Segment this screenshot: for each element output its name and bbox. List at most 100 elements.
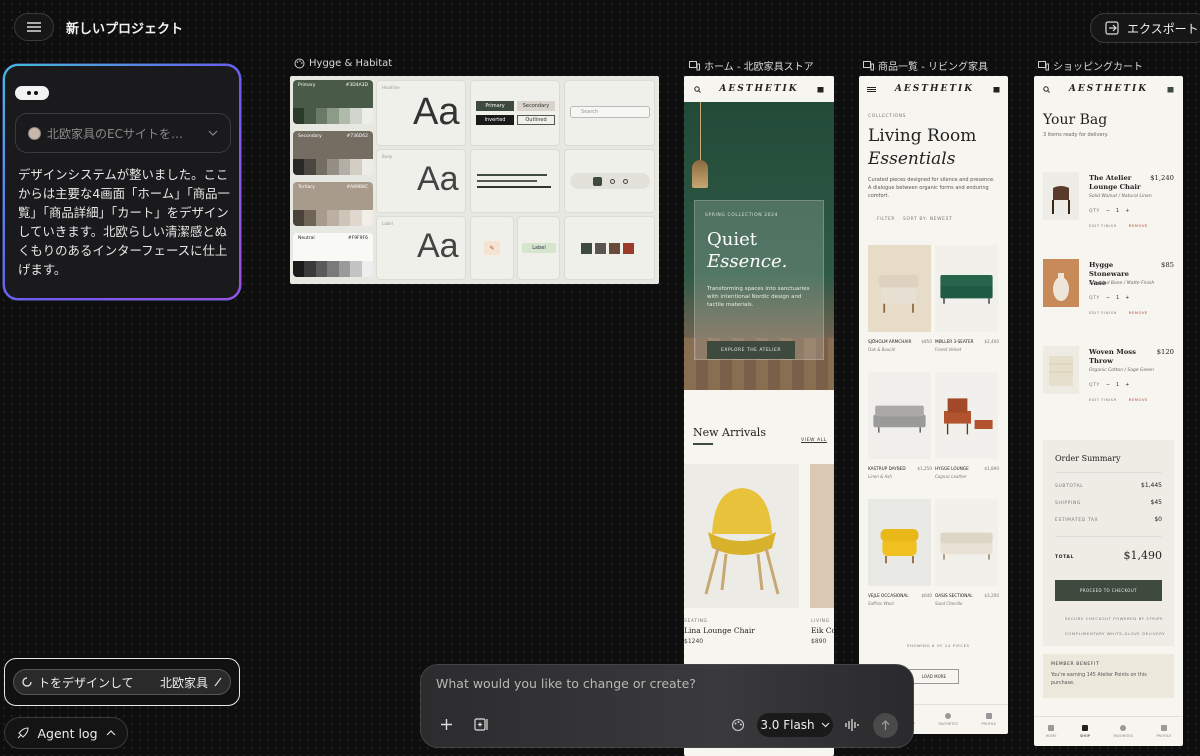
product-card[interactable]: MØLLER 3-SEATER $2,400 Forest Velvet: [935, 245, 999, 365]
search-icon[interactable]: [694, 85, 701, 93]
icon-buttons-tile: [564, 216, 655, 280]
search-tile: Search: [564, 80, 655, 146]
edit-finish-link[interactable]: EDIT FINISH: [1089, 311, 1117, 315]
qty-increment[interactable]: +: [1125, 208, 1129, 214]
cart-frame[interactable]: AESTHETIK Your Bag 3 items ready for del…: [1034, 76, 1183, 746]
bag-icon[interactable]: [817, 85, 824, 93]
export-icon: [1105, 21, 1119, 35]
rocket-icon: [18, 726, 30, 738]
section-title: New Arrivals: [693, 426, 766, 439]
cart-item[interactable]: Hygge Stoneware Vase $85 Speckled Bone /…: [1043, 259, 1174, 339]
frame-label-text: Hygge & Habitat: [309, 58, 393, 69]
checkout-button[interactable]: PROCEED TO CHECKOUT: [1055, 580, 1162, 601]
product-card[interactable]: OASIS SECTIONAL $3,200 Sand Chenille: [935, 499, 999, 619]
product-material: Sand Chenille: [935, 601, 963, 606]
product-price: $1,240: [1150, 174, 1174, 182]
design-system-frame[interactable]: Primary #3D4A3D Secondary #736D62 Tertiary #A…: [290, 76, 659, 284]
qty-decrement[interactable]: −: [1106, 382, 1110, 388]
filter-button[interactable]: FILTER: [877, 217, 895, 222]
view-all-link[interactable]: VIEW ALL: [801, 438, 827, 443]
lines-tile: [470, 149, 560, 213]
frame-label-listing[interactable]: 商品一覧 - リビング家具: [863, 58, 988, 73]
qty-increment[interactable]: +: [1125, 295, 1129, 301]
load-more-button[interactable]: LOAD MORE: [909, 669, 959, 684]
send-button[interactable]: [873, 713, 898, 738]
share-icon: [595, 243, 606, 254]
search-icon[interactable]: [1043, 85, 1050, 93]
qty-decrement[interactable]: −: [1106, 208, 1110, 214]
edit-finish-link[interactable]: EDIT FINISH: [1089, 398, 1117, 402]
explore-button[interactable]: EXPLORE THE ATELIER: [707, 341, 795, 359]
product-variant: Solid Walnut / Natural Linen: [1089, 194, 1152, 199]
nav-icon: [945, 713, 952, 719]
plus-icon[interactable]: [440, 718, 453, 731]
home-frame[interactable]: AESTHETIK SPRING COLLECTION 2024 Quiet E…: [684, 76, 834, 756]
qty-decrement[interactable]: −: [1106, 295, 1110, 301]
hero-image: SPRING COLLECTION 2024 Quiet Essence. Tr…: [684, 102, 834, 390]
frame-label-design-system[interactable]: Hygge & Habitat: [294, 58, 392, 69]
product-price: $3,200: [984, 593, 999, 598]
prompt-preview[interactable]: トをデザインして 北欧家具: [4, 658, 240, 706]
model-selector[interactable]: 3.0 Flash: [757, 713, 833, 737]
nav-item-favorites[interactable]: FAVORITES: [938, 713, 958, 726]
nav-item-shop[interactable]: SHOP: [1080, 725, 1090, 738]
bag-icon[interactable]: [993, 85, 1000, 93]
profile-icon: [622, 178, 628, 184]
nav-sample-tile: [564, 149, 655, 213]
qty-value: 1: [1116, 382, 1120, 388]
product-card[interactable]: KASTRUP DAYBED $1,250 Linen & Ash: [868, 372, 932, 492]
menu-icon[interactable]: [867, 88, 876, 90]
prompt-input[interactable]: What would you like to change or create?: [436, 676, 696, 691]
device-icon: [689, 60, 700, 70]
outlined-button-sample: Outlined: [517, 115, 555, 125]
cart-item[interactable]: Woven Moss Throw $120 Organic Cotton / S…: [1043, 346, 1174, 426]
product-card[interactable]: VEJLE OCCASIONAL $640 Saffron Wool: [868, 499, 932, 619]
edit-icon: [581, 243, 592, 254]
product-image: [935, 372, 998, 459]
type-headline: Headline Aa: [376, 80, 466, 146]
more-icon[interactable]: [15, 86, 49, 100]
product-card[interactable]: SJÖHOLM ARMCHAIR $850 Oak & Bouclé: [868, 245, 932, 365]
remove-link[interactable]: REMOVE: [1129, 398, 1148, 402]
bag-icon[interactable]: [1167, 85, 1174, 93]
assistant-message: デザインシステムが整いました。ここからは主要な4画面「ホーム」「商品一覧」「商品…: [18, 167, 230, 277]
nav-item-profile[interactable]: PROFILE: [981, 713, 996, 726]
remove-link[interactable]: REMOVE: [1129, 224, 1148, 228]
sort-dropdown[interactable]: SORT BY: NEWEST: [903, 217, 952, 222]
edit-finish-link[interactable]: EDIT FINISH: [1089, 224, 1117, 228]
qty-increment[interactable]: +: [1125, 382, 1129, 388]
order-total: $1,490: [1123, 549, 1163, 562]
product-name: The Atelier Lounge Chair: [1089, 174, 1141, 191]
export-button[interactable]: エクスポート: [1090, 13, 1200, 43]
product-image: [684, 464, 799, 608]
product-image: [1043, 259, 1079, 307]
agent-log-label: Agent log: [37, 725, 98, 741]
nav-item-favorites[interactable]: FAVORITES: [1113, 725, 1133, 738]
product-price: $850: [921, 339, 932, 344]
page-title: Your Bag: [1043, 112, 1108, 128]
voice-icon[interactable]: [844, 718, 860, 732]
product-card[interactable]: HYGGE LOUNGE $1,890 Cognac Leather: [935, 372, 999, 492]
nav-item-profile[interactable]: PROFILE: [1156, 725, 1171, 738]
prompt-dropdown[interactable]: 北欧家具のECサイトを…: [15, 113, 231, 153]
search-icon: [609, 178, 615, 184]
prompt-composer[interactable]: What would you like to change or create?…: [420, 664, 914, 748]
secondary-button-sample: Secondary: [517, 101, 555, 111]
palette-icon[interactable]: [731, 718, 745, 732]
product-price: $85: [1161, 261, 1174, 269]
nav-item-home[interactable]: HOME: [1046, 725, 1057, 738]
add-frame-icon[interactable]: [474, 717, 489, 732]
cart-item[interactable]: The Atelier Lounge Chair $1,240 Solid Wa…: [1043, 172, 1174, 252]
listing-frame[interactable]: AESTHETIK COLLECTIONS Living Room Essent…: [859, 76, 1008, 734]
order-summary: Order Summary SUBTOTAL $1,445 SHIPPING $…: [1043, 440, 1174, 646]
menu-button[interactable]: [14, 13, 54, 41]
frame-label-text: 商品一覧 - リビング家具: [878, 62, 988, 73]
product-price: $120: [1156, 348, 1174, 356]
agent-log-button[interactable]: Agent log: [4, 717, 128, 749]
device-icon: [863, 60, 874, 70]
frame-label-home[interactable]: ホーム - 北欧家具ストア: [689, 58, 814, 73]
brand-logo: AESTHETIK: [1068, 84, 1149, 94]
page-subtitle: Essentials: [868, 149, 956, 169]
remove-link[interactable]: REMOVE: [1129, 311, 1148, 315]
frame-label-cart[interactable]: ショッピングカート: [1038, 58, 1143, 73]
